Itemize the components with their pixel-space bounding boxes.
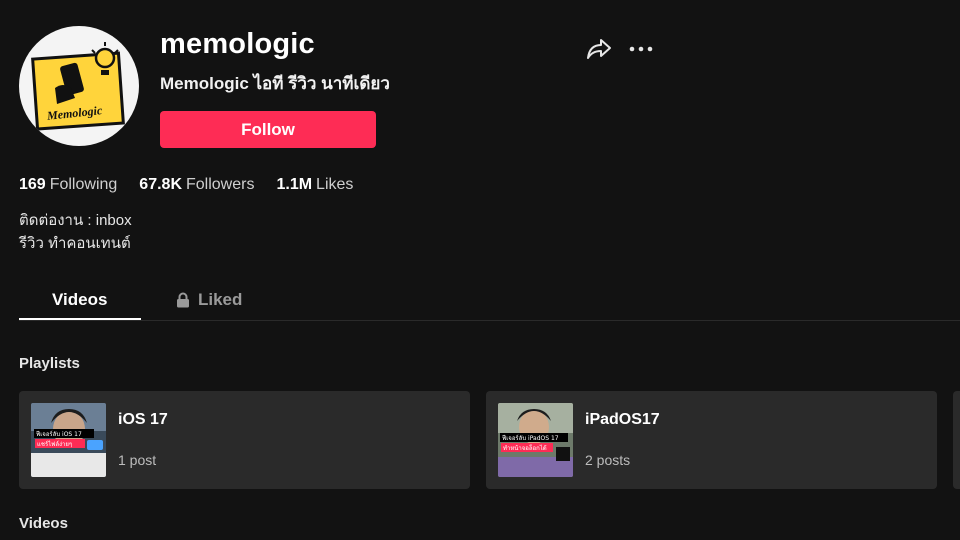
- stat-value: 169: [19, 176, 46, 193]
- playlist-card[interactable]: ฟีเจอร์ลับ iPadOS 17 ทำหน้าจอล็อกได้ iPa…: [486, 391, 937, 489]
- memologic-logo: Memologic: [31, 42, 125, 131]
- playlist-thumbnail: ฟีเจอร์ลับ iPadOS 17 ทำหน้าจอล็อกได้: [498, 403, 573, 477]
- stat-label: Following: [49, 176, 118, 193]
- nickname: Memologic ไอที รีวิว นาทีเดียว: [160, 74, 390, 93]
- stat-label: Followers: [186, 176, 255, 193]
- username: memologic: [160, 28, 315, 60]
- lock-icon: [177, 292, 189, 308]
- svg-text:แชร์ไฟล์ง่ายๆ: แชร์ไฟล์ง่ายๆ: [37, 440, 72, 448]
- bio: ติดต่องาน : inbox รีวิว ทำคอนเทนต์: [19, 209, 132, 255]
- follow-button[interactable]: Follow: [160, 111, 376, 148]
- more-icon[interactable]: [628, 38, 654, 60]
- playlist-count: 2 posts: [585, 452, 631, 468]
- svg-text:ทำหน้าจอล็อกได้: ทำหน้าจอล็อกได้: [503, 443, 547, 452]
- stat-value: 1.1M: [276, 176, 313, 193]
- stat-following[interactable]: 169 Following: [19, 176, 117, 194]
- playlist-count: 1 post: [118, 452, 157, 468]
- stat-likes: 1.1M Likes: [276, 176, 353, 194]
- profile-stats: 169 Following 67.8K Followers 1.1M Likes: [19, 176, 353, 194]
- share-icon[interactable]: [586, 36, 612, 62]
- svg-text:ฟีเจอร์ลับ iOS 17: ฟีเจอร์ลับ iOS 17: [36, 430, 82, 438]
- stat-value: 67.8K: [139, 176, 182, 193]
- playlist-card-partial[interactable]: [953, 391, 960, 489]
- tab-liked-label: Liked: [198, 290, 243, 309]
- tab-liked[interactable]: Liked: [176, 290, 242, 310]
- playlist-title: iPadOS17: [585, 411, 660, 428]
- active-tab-indicator: [19, 318, 141, 320]
- svg-text:ฟีเจอร์ลับ iPadOS 17: ฟีเจอร์ลับ iPadOS 17: [502, 434, 559, 442]
- profile-tabs: Videos Liked: [19, 280, 960, 321]
- videos-heading: Videos: [19, 515, 68, 532]
- tab-videos[interactable]: Videos: [52, 290, 107, 310]
- playlist-card[interactable]: ฟีเจอร์ลับ iOS 17 แชร์ไฟล์ง่ายๆ iOS 17 1…: [19, 391, 470, 489]
- stat-label: Likes: [316, 176, 354, 193]
- stat-followers[interactable]: 67.8K Followers: [139, 176, 254, 194]
- playlists-heading: Playlists: [19, 355, 80, 372]
- bio-line: ติดต่องาน : inbox: [19, 212, 132, 229]
- playlist-thumbnail: ฟีเจอร์ลับ iOS 17 แชร์ไฟล์ง่ายๆ: [31, 403, 106, 477]
- bio-line: รีวิว ทำคอนเทนต์: [19, 235, 131, 252]
- playlist-title: iOS 17: [118, 411, 168, 428]
- avatar: Memologic: [19, 26, 139, 146]
